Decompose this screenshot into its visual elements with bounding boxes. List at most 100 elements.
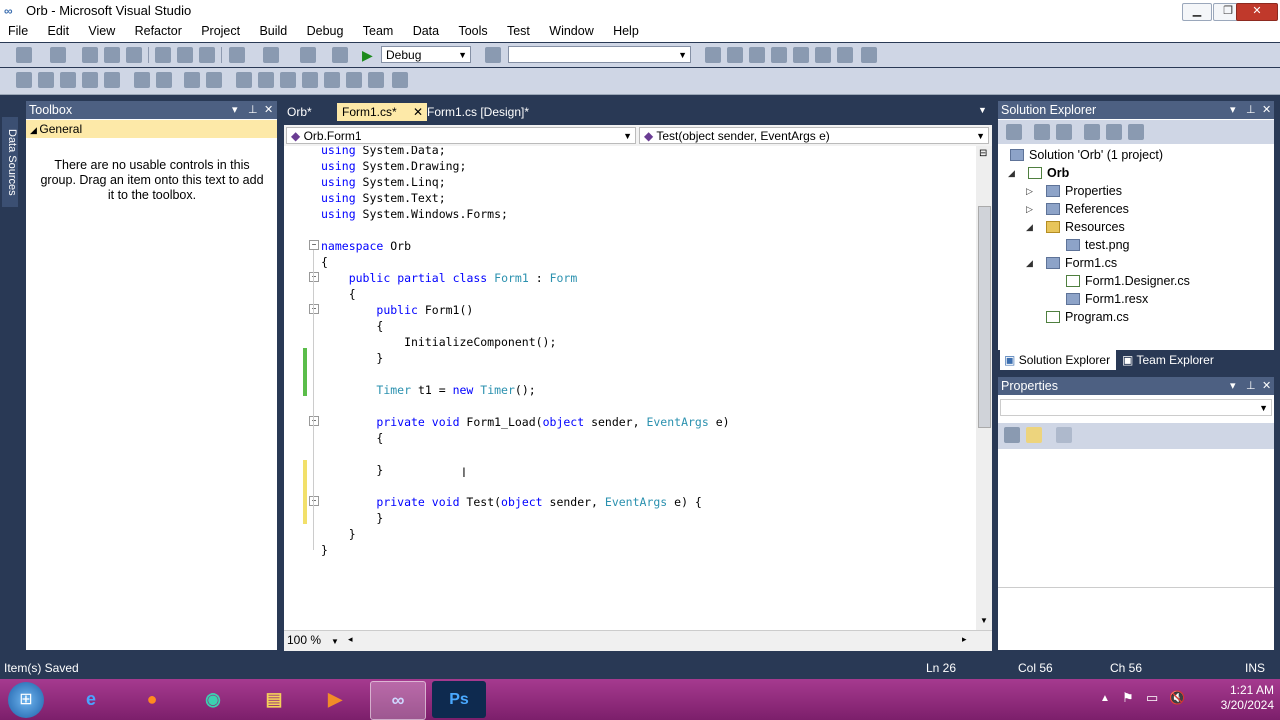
firefox-icon[interactable]: ● [125, 681, 179, 718]
bookmark-icon[interactable] [236, 72, 252, 88]
tree-program-cs[interactable]: Program.cs [1046, 309, 1129, 325]
undo-icon[interactable] [229, 47, 245, 63]
collapse-icon[interactable]: − [309, 240, 319, 250]
properties-object-combo[interactable]: ▼ [1000, 399, 1272, 416]
collapsed-icon[interactable]: ▷ [1026, 204, 1033, 215]
close-button[interactable]: ✕ [1236, 3, 1278, 21]
media-player-icon[interactable]: ▶ [308, 681, 362, 718]
expanded-icon[interactable]: ◢ [1026, 222, 1033, 233]
menu-data[interactable]: Data [405, 22, 447, 38]
save-icon[interactable] [104, 47, 120, 63]
toolbox-group-general[interactable]: ◢ General [26, 120, 277, 138]
collapsed-icon[interactable]: ▷ [1026, 186, 1033, 197]
extension-manager-icon[interactable] [837, 47, 853, 63]
window-position-icon[interactable]: ▾ [1230, 377, 1236, 395]
split-icon[interactable]: ⊟ [979, 148, 987, 159]
active-files-dropdown-icon[interactable]: ▼ [978, 105, 987, 115]
menu-view[interactable]: View [80, 22, 123, 38]
show-hidden-icons-icon[interactable]: ▲ [1100, 693, 1110, 704]
pin-icon[interactable]: ⊥ [248, 101, 258, 119]
tree-project-orb[interactable]: Orb [1028, 165, 1069, 181]
align-middles-icon[interactable] [104, 72, 120, 88]
comment-icon[interactable] [184, 72, 200, 88]
internet-explorer-icon[interactable]: e [64, 681, 118, 718]
categorized-icon[interactable] [1004, 427, 1020, 443]
minimize-button[interactable]: ▁ [1182, 3, 1212, 21]
start-button[interactable]: ⊞ [8, 682, 44, 718]
menu-refactor[interactable]: Refactor [127, 22, 190, 38]
align-centers-icon[interactable] [38, 72, 54, 88]
open-file-icon[interactable] [82, 47, 98, 63]
window-position-icon[interactable]: ▾ [1230, 101, 1236, 119]
class-dropdown[interactable]: ◆ Orb.Form1 ▼ [286, 127, 636, 144]
scroll-right-icon[interactable]: ▸ [962, 634, 967, 645]
prev-bookmark-icon[interactable] [258, 72, 274, 88]
find-combo[interactable]: ▼ [508, 46, 691, 63]
photoshop-icon[interactable]: Ps [432, 681, 486, 718]
menu-file[interactable]: File [0, 22, 36, 38]
tab-solution-explorer[interactable]: ▣ Solution Explorer [1000, 350, 1117, 370]
collapse-icon[interactable]: − [309, 416, 319, 426]
cut-icon[interactable] [155, 47, 171, 63]
tab-team-explorer[interactable]: ▣ Team Explorer [1122, 350, 1214, 370]
find-in-files-icon[interactable] [485, 47, 501, 63]
view-class-diagram-icon[interactable] [1128, 124, 1144, 140]
pin-icon[interactable]: ⊥ [1246, 101, 1256, 119]
command-window-icon[interactable] [861, 47, 877, 63]
new-project-icon[interactable] [16, 47, 32, 63]
menu-test[interactable]: Test [499, 22, 538, 38]
tree-test-png[interactable]: test.png [1066, 237, 1129, 253]
bookmark-next-doc-icon[interactable] [368, 72, 384, 88]
view-code-icon[interactable] [1084, 124, 1100, 140]
tree-solution[interactable]: Solution 'Orb' (1 project) [1010, 147, 1163, 163]
menu-debug[interactable]: Debug [299, 22, 352, 38]
menu-build[interactable]: Build [251, 22, 295, 38]
close-icon[interactable]: ✕ [1262, 101, 1271, 119]
align-lefts-icon[interactable] [16, 72, 32, 88]
menu-edit[interactable]: Edit [40, 22, 78, 38]
navigate-backward-icon[interactable] [300, 47, 316, 63]
collapse-icon[interactable]: − [309, 496, 319, 506]
align-rights-icon[interactable] [60, 72, 76, 88]
next-bookmark-icon[interactable] [280, 72, 296, 88]
tree-form1-cs[interactable]: Form1.cs [1046, 255, 1117, 271]
properties-window-icon[interactable] [727, 47, 743, 63]
refresh-icon[interactable] [1056, 124, 1072, 140]
close-icon[interactable]: ✕ [264, 101, 273, 119]
clear-bookmarks-icon[interactable] [392, 72, 408, 88]
show-all-files-icon[interactable] [1034, 124, 1050, 140]
data-sources-tab[interactable]: Data Sources [2, 117, 18, 207]
close-icon[interactable]: ✕ [1262, 377, 1271, 395]
alphabetical-icon[interactable] [1026, 427, 1042, 443]
file-explorer-icon[interactable]: ▤ [247, 681, 301, 718]
scroll-left-icon[interactable]: ◂ [348, 634, 353, 645]
object-browser-icon[interactable] [749, 47, 765, 63]
pin-icon[interactable]: ⊥ [1246, 377, 1256, 395]
menu-team[interactable]: Team [355, 22, 402, 38]
expanded-icon[interactable]: ◢ [1026, 258, 1033, 269]
uncomment-icon[interactable] [206, 72, 222, 88]
solution-config-combo[interactable]: Debug ▼ [381, 46, 471, 63]
expanded-icon[interactable]: ◢ [1008, 168, 1015, 179]
properties-icon[interactable] [1006, 124, 1022, 140]
tree-references[interactable]: References [1046, 201, 1129, 217]
scroll-down-icon[interactable]: ▼ [980, 616, 988, 625]
collapse-icon[interactable]: − [309, 272, 319, 282]
paste-icon[interactable] [199, 47, 215, 63]
copy-icon[interactable] [177, 47, 193, 63]
tab-form1-design[interactable]: Form1.cs [Design]* [422, 103, 534, 121]
redo-icon[interactable] [263, 47, 279, 63]
indent-icon[interactable] [156, 72, 172, 88]
tree-properties[interactable]: Properties [1046, 183, 1122, 199]
menu-help[interactable]: Help [605, 22, 647, 38]
view-designer-icon[interactable] [1106, 124, 1122, 140]
tab-orb[interactable]: Orb* [282, 103, 317, 121]
collapse-icon[interactable]: − [309, 304, 319, 314]
vertical-scrollbar[interactable]: ⊟ ▼ [976, 146, 992, 630]
menu-window[interactable]: Window [541, 22, 601, 38]
chat-app-icon[interactable]: ◉ [186, 681, 240, 718]
volume-muted-icon[interactable]: 🔇 [1169, 690, 1185, 706]
action-center-flag-icon[interactable]: ⚑ [1122, 690, 1134, 706]
tools-icon[interactable] [793, 47, 809, 63]
start-page-icon[interactable] [815, 47, 831, 63]
